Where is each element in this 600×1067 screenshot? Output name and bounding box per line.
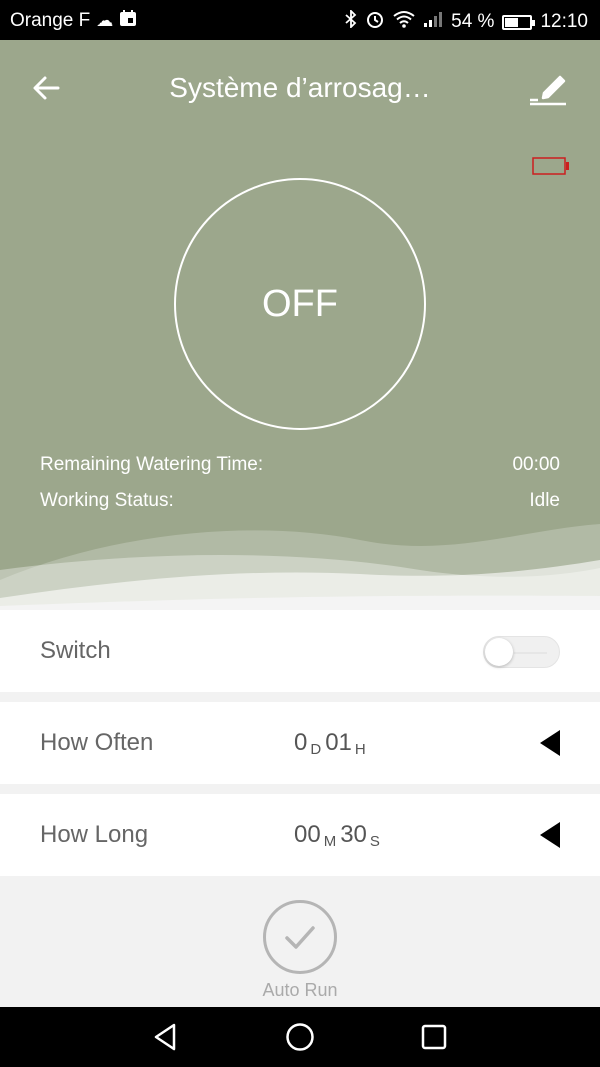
days-unit: D <box>310 741 322 758</box>
working-status-value: Idle <box>529 490 560 511</box>
remaining-time-label: Remaining Watering Time: <box>40 454 264 475</box>
how-often-value: 0 D 01 H <box>294 729 370 758</box>
seconds-unit: S <box>369 833 380 850</box>
wifi-icon <box>393 10 415 34</box>
days-value: 0 <box>294 729 308 756</box>
working-status-label: Working Status: <box>40 490 174 511</box>
how-long-expand-button[interactable] <box>538 821 562 849</box>
working-status-row: Working Status: Idle <box>40 490 560 512</box>
battery-icon <box>502 14 536 30</box>
decorative-waves <box>0 524 600 610</box>
switch-label: Switch <box>40 637 111 664</box>
toggle-track <box>514 652 547 654</box>
auto-run-label: Auto Run <box>262 980 338 1000</box>
pencil-icon <box>530 75 566 106</box>
how-long-value: 00 M 30 S <box>294 821 384 850</box>
signal-icon <box>423 10 443 34</box>
remaining-time-value: 00:00 <box>512 454 560 475</box>
toggle-knob <box>485 638 513 666</box>
bluetooth-icon <box>345 8 357 34</box>
power-button[interactable]: OFF <box>174 178 426 430</box>
power-state-label: OFF <box>262 282 338 325</box>
how-often-label: How Often <box>40 729 154 756</box>
check-icon <box>285 926 315 949</box>
status-bar-right: 54 % 12:10 <box>345 8 588 35</box>
hours-unit: H <box>354 741 366 758</box>
navigation-bar <box>0 1007 600 1067</box>
how-long-row[interactable]: How Long 00 M 30 S <box>0 794 600 876</box>
back-button[interactable] <box>28 68 68 108</box>
device-hero: Système d’arrosag… OFF Remaining Waterin… <box>0 40 600 610</box>
clock: 12:10 <box>540 11 588 32</box>
triangle-back-icon <box>154 1023 176 1051</box>
how-often-expand-button[interactable] <box>538 729 562 757</box>
nav-recents-button[interactable] <box>418 1021 450 1053</box>
nav-home-button[interactable] <box>284 1021 316 1053</box>
remaining-time-row: Remaining Watering Time: 00:00 <box>40 454 560 476</box>
switch-toggle[interactable] <box>483 636 560 668</box>
triangle-left-icon <box>540 730 560 756</box>
switch-row: Switch <box>0 610 600 692</box>
how-long-label: How Long <box>40 821 149 848</box>
nav-back-button[interactable] <box>150 1021 182 1053</box>
how-often-row[interactable]: How Often 0 D 01 H <box>0 702 600 784</box>
carrier-name: Orange F <box>10 10 91 31</box>
edit-button[interactable] <box>526 66 570 110</box>
calendar-icon <box>119 9 137 33</box>
status-bar: Orange F ☁ 54 % 12:10 <box>0 0 600 40</box>
alarm-icon <box>365 9 385 35</box>
circle-home-icon <box>286 1023 314 1051</box>
status-bar-left: Orange F ☁ <box>10 9 137 33</box>
seconds-value: 30 <box>340 821 367 848</box>
minutes-unit: M <box>323 833 337 850</box>
hours-value: 01 <box>325 729 352 756</box>
auto-run-button[interactable]: Auto Run <box>240 900 360 1001</box>
arrow-left-icon <box>33 76 60 100</box>
triangle-left-icon <box>540 822 560 848</box>
auto-run-circle <box>263 900 337 974</box>
battery-percent: 54 % <box>451 11 495 32</box>
device-battery-icon <box>532 157 569 175</box>
cloud-icon: ☁ <box>96 11 114 30</box>
square-recents-icon <box>421 1024 447 1050</box>
minutes-value: 00 <box>294 821 321 848</box>
page-title: Système d’arrosag… <box>169 72 431 103</box>
